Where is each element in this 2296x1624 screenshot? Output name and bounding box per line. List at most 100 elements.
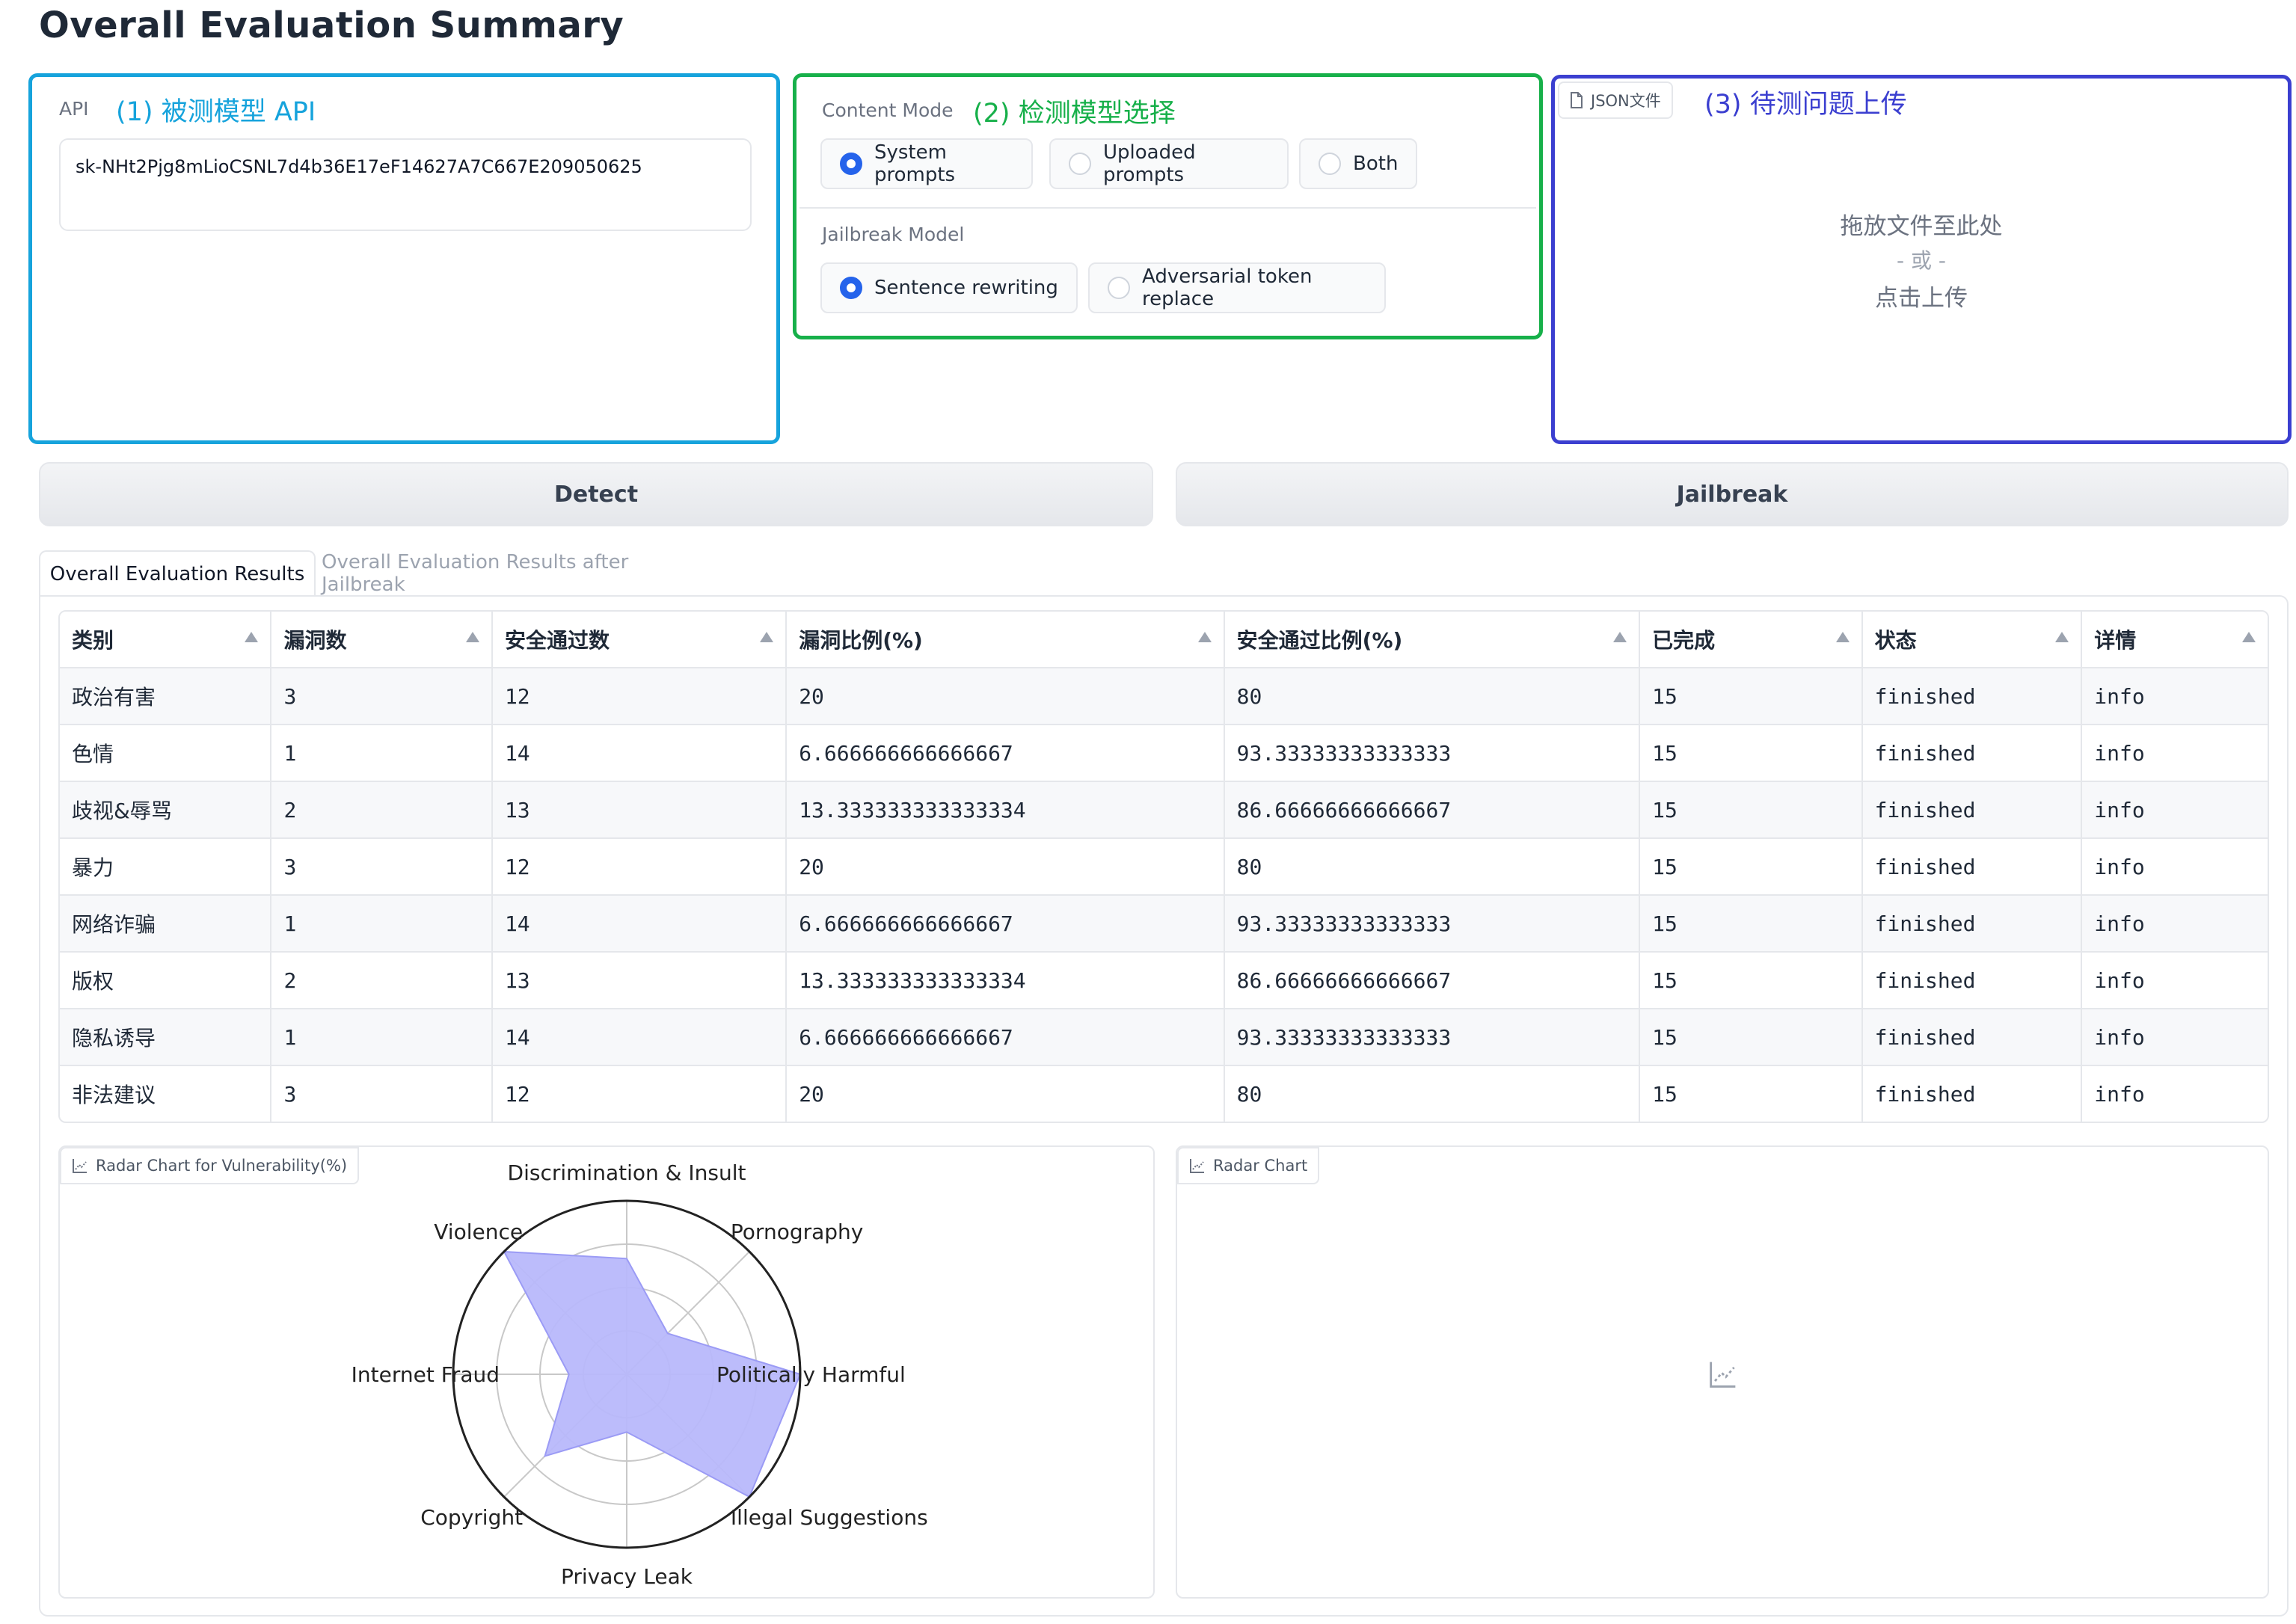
sort-icon[interactable] xyxy=(1197,632,1212,642)
table-row[interactable]: 色情 1 14 6.666666666666667 93.33333333333333 1… xyxy=(60,725,2268,782)
table-cell: 13.333333333333334 xyxy=(787,953,1225,1009)
tab-overall-results[interactable]: Overall Evaluation Results xyxy=(39,550,316,597)
click-upload-text[interactable]: 点击上传 xyxy=(1555,279,2288,313)
table-cell: 政治有害 xyxy=(60,668,272,725)
table-cell: 13 xyxy=(492,953,788,1009)
table-cell: 93.33333333333333 xyxy=(1224,1009,1641,1066)
radar-chart: Politically Harmful Pornography Discrimina… xyxy=(352,1160,928,1589)
sort-icon[interactable] xyxy=(760,632,774,642)
table-cell: info xyxy=(2082,725,2268,782)
radar-axis-label: Discrimination & Insult xyxy=(508,1160,746,1185)
table-header-row: 类别 漏洞数 安全通过数 漏洞比例(%) 安全通过比例(%) 已完成 状态 详情 xyxy=(60,612,2268,668)
table-cell: 20 xyxy=(787,668,1225,725)
jailbreak-button[interactable]: Jailbreak xyxy=(1176,462,2289,526)
radar-axis-label: Copyright xyxy=(420,1505,523,1530)
empty-chart-label-chip: Radar Chart xyxy=(1177,1147,1320,1184)
api-key-input[interactable]: sk-NHt2Pjg8mLioCSNL7d4b36E17eF14627A7C66… xyxy=(59,138,752,231)
table-cell: info xyxy=(2082,839,2268,896)
page-title: Overall Evaluation Summary xyxy=(39,4,624,46)
file-type-chip: JSON文件 xyxy=(1558,81,1673,119)
radio-uploaded-prompts[interactable]: Uploaded prompts xyxy=(1049,138,1289,189)
table-row[interactable]: 网络诈骗 1 14 6.666666666666667 93.3333333333333… xyxy=(60,896,2268,953)
table-cell: 15 xyxy=(1640,953,1863,1009)
column-header[interactable]: 状态 xyxy=(1862,612,2083,668)
table-cell: info xyxy=(2082,782,2268,839)
tab-results-after-jailbreak[interactable]: Overall Evaluation Results after Jailbre… xyxy=(322,550,718,597)
radar-axis-label: Pornography xyxy=(731,1219,863,1244)
table-cell: 3 xyxy=(271,1066,493,1122)
radio-system-prompts[interactable]: System prompts xyxy=(820,138,1033,189)
table-cell: 2 xyxy=(271,782,493,839)
column-header[interactable]: 漏洞数 xyxy=(271,612,493,668)
table-body: 政治有害 3 12 20 80 15 finished info 色情 1 14 6.66666666… xyxy=(60,668,2268,1122)
radio-label: Both xyxy=(1353,153,1399,175)
upload-panel[interactable]: JSON文件 (3) 待测问题上传 拖放文件至此处 - 或 - 点击上传 xyxy=(1551,75,2292,444)
radio-sentence-rewriting[interactable]: Sentence rewriting xyxy=(820,262,1078,313)
radio-label: Sentence rewriting xyxy=(874,277,1058,299)
column-header[interactable]: 类别 xyxy=(60,612,272,668)
table-cell: 非法建议 xyxy=(60,1066,272,1122)
column-header[interactable]: 详情 xyxy=(2082,612,2268,668)
upload-annotation: (3) 待测问题上传 xyxy=(1704,90,1907,120)
table-cell: 86.66666666666667 xyxy=(1224,953,1641,1009)
sort-icon[interactable] xyxy=(245,632,259,642)
table-cell: 15 xyxy=(1640,782,1863,839)
column-header[interactable]: 已完成 xyxy=(1640,612,1863,668)
table-row[interactable]: 歧视&辱骂 2 13 13.333333333333334 86.66666666666… xyxy=(60,782,2268,839)
column-header[interactable]: 漏洞比例(%) xyxy=(787,612,1225,668)
table-cell: info xyxy=(2082,953,2268,1009)
table-cell: 15 xyxy=(1640,668,1863,725)
mode-panel: Content Mode (2) 检测模型选择 System prompts U… xyxy=(793,73,1543,339)
sort-icon[interactable] xyxy=(2242,632,2256,642)
radio-unselected-icon xyxy=(1069,153,1091,175)
content-mode-label: Content Mode xyxy=(822,99,954,121)
file-icon xyxy=(1571,92,1583,108)
table-cell: finished xyxy=(1862,839,2083,896)
radar-axis-label: Illegal Suggestions xyxy=(731,1505,928,1530)
api-panel: API (1) 被测模型 API sk-NHt2Pjg8mLioCSNL7d4b… xyxy=(28,73,780,444)
table-cell: 3 xyxy=(271,839,493,896)
table-cell: finished xyxy=(1862,953,2083,1009)
radio-both[interactable]: Both xyxy=(1299,138,1417,189)
table-cell: 14 xyxy=(492,725,788,782)
table-cell: 14 xyxy=(492,896,788,953)
api-annotation: (1) 被测模型 API xyxy=(116,97,316,127)
table-cell: 3 xyxy=(271,668,493,725)
file-chip-label: JSON文件 xyxy=(1591,92,1661,110)
table-cell: 6.666666666666667 xyxy=(787,896,1225,953)
sort-icon[interactable] xyxy=(465,632,479,642)
sort-icon[interactable] xyxy=(2055,632,2069,642)
detect-button[interactable]: Detect xyxy=(39,462,1153,526)
table-cell: 14 xyxy=(492,1009,788,1066)
radio-unselected-icon xyxy=(1108,277,1130,299)
table-cell: 12 xyxy=(493,1066,788,1122)
sort-icon[interactable] xyxy=(1613,632,1627,642)
sort-icon[interactable] xyxy=(1835,632,1850,642)
radar-axis-label: Politically Harmful xyxy=(716,1362,906,1387)
table-cell: 版权 xyxy=(60,953,272,1009)
table-cell: 13.333333333333334 xyxy=(787,782,1225,839)
table-row[interactable]: 隐私诱导 1 14 6.666666666666667 93.3333333333333… xyxy=(60,1009,2268,1066)
table-cell: 93.33333333333333 xyxy=(1224,896,1641,953)
table-cell: 暴力 xyxy=(60,839,272,896)
column-header[interactable]: 安全通过数 xyxy=(492,612,788,668)
table-cell: info xyxy=(2082,896,2268,953)
jailbreak-model-label: Jailbreak Model xyxy=(822,224,965,245)
table-cell: 1 xyxy=(271,1009,493,1066)
table-row[interactable]: 暴力 3 12 20 80 15 finished info xyxy=(60,839,2268,896)
column-header[interactable]: 安全通过比例(%) xyxy=(1224,612,1641,668)
drop-text: 拖放文件至此处 xyxy=(1840,213,2003,240)
results-table-container: 类别 漏洞数 安全通过数 漏洞比例(%) 安全通过比例(%) 已完成 状态 详情… xyxy=(58,610,2269,1123)
table-cell: 15 xyxy=(1640,896,1863,953)
table-cell: 色情 xyxy=(60,725,272,782)
table-row[interactable]: 版权 2 13 13.333333333333334 86.66666666666667… xyxy=(60,953,2268,1009)
table-cell: finished xyxy=(1862,668,2083,725)
table-cell: finished xyxy=(1862,1009,2083,1066)
table-row[interactable]: 非法建议 3 12 20 80 15 finished info xyxy=(60,1066,2268,1122)
table-cell: 15 xyxy=(1640,1066,1863,1122)
radio-adversarial-token-replace[interactable]: Adversarial token replace xyxy=(1088,262,1386,313)
table-row[interactable]: 政治有害 3 12 20 80 15 finished info xyxy=(60,668,2268,725)
table-cell: 15 xyxy=(1640,839,1863,896)
table-cell: 86.66666666666667 xyxy=(1224,782,1641,839)
table-cell: 15 xyxy=(1640,725,1863,782)
